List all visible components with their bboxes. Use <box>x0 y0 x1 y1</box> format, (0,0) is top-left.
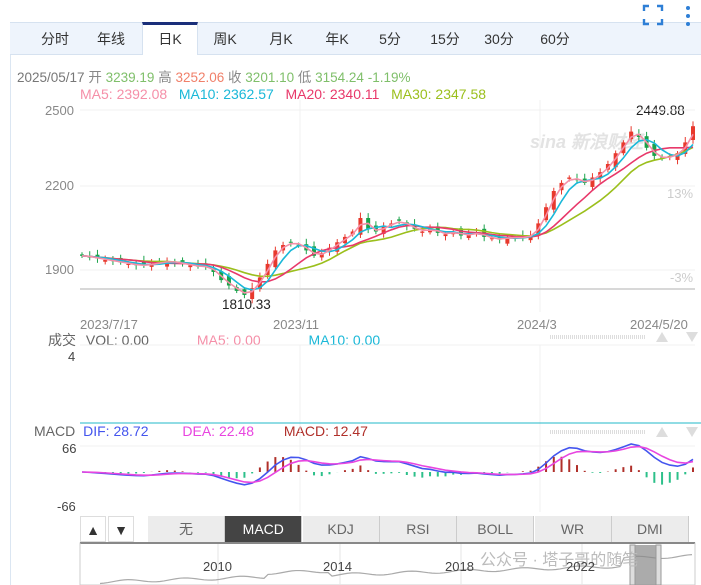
ma30-line <box>81 146 694 278</box>
scroll-down-button[interactable]: ▼ <box>108 516 134 542</box>
panel-down-icon <box>686 332 698 342</box>
ma5-line <box>81 133 694 294</box>
indicator-tab[interactable]: MACD <box>225 516 303 542</box>
navigator-year: 2018 <box>445 559 474 574</box>
indicator-tab[interactable]: BOLL <box>457 516 535 542</box>
navigator-year: 2014 <box>323 559 352 574</box>
panel-up-icon <box>656 332 668 342</box>
dea-line <box>81 445 694 484</box>
navigator-handle-right[interactable] <box>655 544 662 585</box>
candle-body <box>420 231 425 233</box>
panel-up-icon <box>656 427 668 437</box>
indicator-tab[interactable]: WR <box>534 516 612 542</box>
indicator-tab[interactable]: KDJ <box>302 516 380 542</box>
indicator-tab[interactable]: DMI <box>611 516 689 542</box>
panel-down-icon <box>686 427 698 437</box>
candle-body <box>397 219 402 221</box>
navigator-year: 2022 <box>566 559 595 574</box>
candle-body <box>443 234 448 237</box>
indicator-tab[interactable]: 无 <box>148 516 225 542</box>
dif-line <box>81 443 694 486</box>
candle-body <box>567 177 572 179</box>
candle-body <box>288 241 293 243</box>
ma10-line <box>81 138 694 291</box>
scroll-up-button[interactable]: ▲ <box>80 516 106 542</box>
navigator-year: 2010 <box>203 559 232 574</box>
indicator-tab[interactable]: RSI <box>379 516 457 542</box>
kline-chart[interactable] <box>0 0 701 585</box>
watermark: 公众号 · 塔子哥的随笔 <box>480 552 639 569</box>
